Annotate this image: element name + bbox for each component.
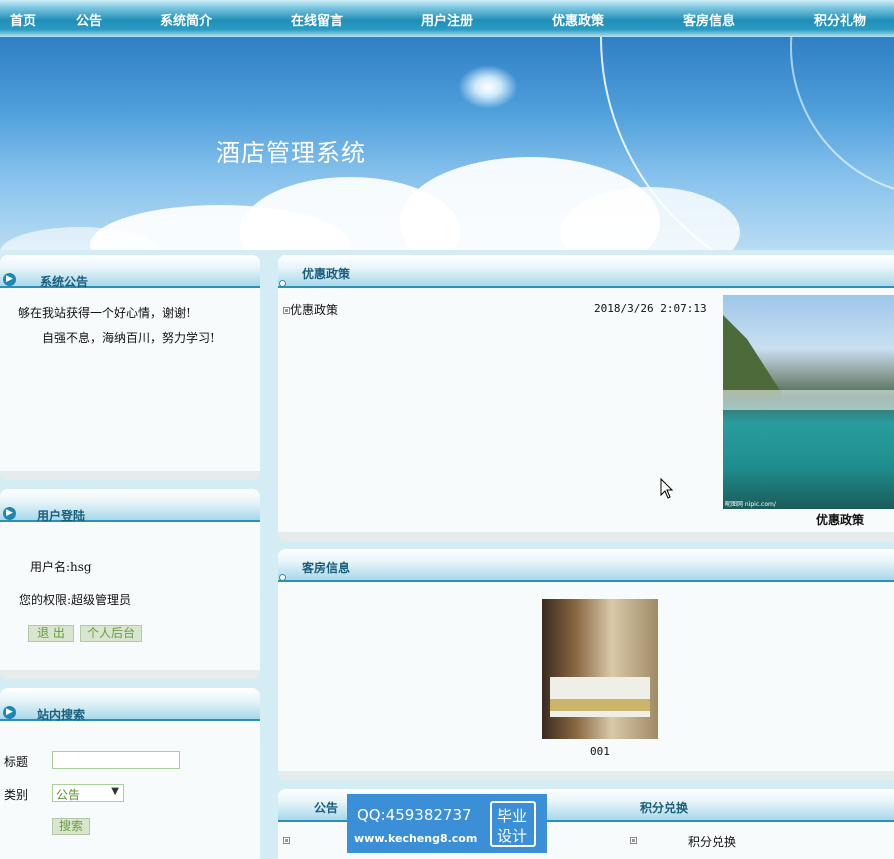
panel-footer (278, 532, 894, 541)
galaxy-swirl (458, 65, 518, 109)
arrow-circle-icon: ▶ (3, 507, 16, 520)
bullet-icon (283, 837, 290, 844)
rooms-panel: 客房信息 001 (278, 549, 894, 780)
nav-notice[interactable]: 公告 (76, 10, 102, 29)
backend-button[interactable]: 个人后台 (80, 625, 142, 642)
watermark-site: www.kecheng8.com (354, 832, 478, 845)
title-label: 标题 (4, 755, 29, 769)
panel-footer (0, 471, 260, 480)
nav-register[interactable]: 用户注册 (421, 10, 473, 29)
policy-list-item[interactable]: 优惠政策 (283, 301, 338, 318)
circle-icon (279, 280, 286, 287)
notice-line: 自强不息，海纳百川，努力学习! (42, 331, 215, 345)
panel-footer (278, 771, 894, 780)
watermark-badge: QQ:459382737 www.kecheng8.com 毕业 设计 (347, 794, 547, 853)
bullet-icon (283, 307, 290, 314)
cursor-icon (660, 478, 674, 499)
notice-line: 够在我站获得一个好心情，谢谢! (18, 306, 191, 320)
room-bed (550, 677, 650, 717)
watermark-tag-box: 毕业 设计 (490, 801, 536, 847)
points-list-item[interactable]: 积分兑换 (688, 833, 736, 850)
notice-panel: ▶ 系统公告 够在我站获得一个好心情，谢谢! 自强不息，海纳百川，努力学习! (0, 255, 260, 480)
room-image[interactable] (542, 599, 658, 739)
login-panel-title: 用户登陆 (37, 509, 86, 523)
nav-home[interactable]: 首页 (10, 10, 36, 29)
watermark-tag-line: 设计 (497, 827, 528, 845)
top-nav: 首页 公告 系统简介 在线留言 用户注册 优惠政策 客房信息 积分礼物 (0, 0, 894, 37)
rooms-panel-title: 客房信息 (302, 561, 351, 575)
logout-button[interactable]: 退 出 (28, 625, 74, 642)
role-text: 您的权限:超级管理员 (19, 593, 132, 607)
nav-policy[interactable]: 优惠政策 (552, 10, 604, 29)
policy-panel: 优惠政策 优惠政策 2018/3/26 2:07:13 昵图网 nipic.co… (278, 255, 894, 541)
nav-rooms[interactable]: 客房信息 (683, 10, 735, 29)
policy-panel-header (278, 255, 894, 288)
image-watermark: 昵图网 nipic.com/ (725, 501, 776, 508)
room-name[interactable]: 001 (590, 745, 610, 758)
room-bed-runner (550, 699, 650, 711)
search-panel-title: 站内搜索 (37, 708, 86, 722)
notice-list-title: 公告 (314, 801, 339, 815)
search-panel: ▶ 站内搜索 标题 类别 公告 ▼ 搜索 (0, 688, 260, 859)
nav-intro[interactable]: 系统简介 (160, 10, 212, 29)
policy-image[interactable]: 昵图网 nipic.com/ (723, 295, 894, 509)
search-title-input[interactable] (52, 751, 180, 769)
policy-item-time: 2018/3/26 2:07:13 (594, 302, 707, 315)
circle-icon (279, 574, 286, 581)
chevron-down-icon: ▼ (111, 786, 119, 797)
policy-panel-title: 优惠政策 (302, 267, 351, 281)
banner: 酒店管理系统 (0, 37, 894, 250)
panel-footer (0, 670, 260, 679)
nav-gifts[interactable]: 积分礼物 (814, 10, 866, 29)
search-button[interactable]: 搜索 (52, 818, 90, 835)
image-hill (723, 315, 783, 395)
site-title: 酒店管理系统 (216, 139, 366, 167)
category-label: 类别 (4, 788, 29, 802)
bullet-icon (630, 837, 637, 844)
rooms-panel-header (278, 549, 894, 582)
category-select[interactable]: 公告 ▼ (52, 784, 124, 802)
policy-item-title[interactable]: 优惠政策 (290, 303, 338, 317)
arrow-circle-icon: ▶ (3, 706, 16, 719)
image-water-foam (723, 390, 894, 410)
policy-image-caption[interactable]: 优惠政策 (816, 511, 864, 528)
watermark-tag-line: 毕业 (497, 807, 528, 825)
category-select-value: 公告 (56, 788, 81, 802)
arrow-circle-icon: ▶ (3, 273, 16, 286)
points-list-title: 积分兑换 (640, 801, 689, 815)
username-text: 用户名:hsg (30, 560, 92, 574)
watermark-qq: QQ:459382737 (357, 806, 472, 824)
nav-message[interactable]: 在线留言 (291, 10, 343, 29)
notice-panel-title: 系统公告 (40, 275, 89, 289)
notice-panel-header (0, 255, 260, 288)
login-panel: ▶ 用户登陆 用户名:hsg 您的权限:超级管理员 退 出 个人后台 (0, 489, 260, 679)
